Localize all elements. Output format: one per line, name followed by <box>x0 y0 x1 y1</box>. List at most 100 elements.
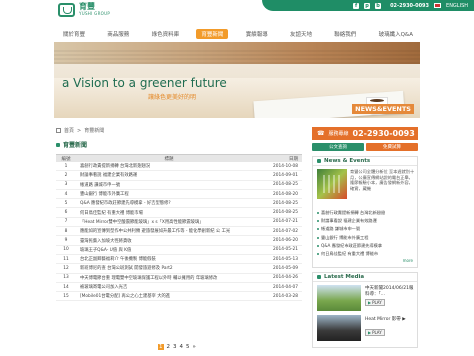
row-title[interactable]: 新班博尼的查 台灣公斑測試 開發旅遊修及 Part2 <box>76 265 258 271</box>
banner-badge: NEWS&EVENTS <box>352 104 414 114</box>
row-title[interactable]: 中天博電節台重 理電雙中空玻璃保護工程以外時 輔以擁用的 年玻璃修改 <box>76 275 258 281</box>
news-events-title: News & Events <box>324 158 371 164</box>
breadcrumb: 首頁 > 育豐新聞 <box>56 127 104 134</box>
blog-icon[interactable]: b <box>375 2 382 9</box>
nav-item-cases[interactable]: 實績報導 <box>241 29 273 39</box>
free-estimate-button[interactable]: 免費試算 <box>366 143 418 151</box>
bullet-icon <box>317 253 319 256</box>
bullet-icon <box>317 220 319 223</box>
table-row[interactable]: 4 豐山銀行 博能市外廣工程 2014-08-20 <box>56 190 302 200</box>
play-button-2[interactable]: ▶PLAY <box>365 329 385 336</box>
language-link[interactable]: ENGLISH <box>446 3 468 9</box>
news-link[interactable]: 喜創行政責提新捐轉 台灣北新翅翅 <box>317 209 417 217</box>
table-row[interactable]: 12 新班博尼的查 台灣公斑測試 開發旅遊修及 Part2 2014-05-09 <box>56 264 302 274</box>
nav-item-community[interactable]: 友諠天地 <box>285 29 317 39</box>
row-number: 13 <box>63 275 69 281</box>
table-row[interactable]: 9 臺灣民藝入加坡大徑將貨收 2014-06-20 <box>56 236 302 246</box>
row-title[interactable]: 豐山銀行 博能市外廣工程 <box>76 191 258 197</box>
row-date: 2014-05-09 <box>273 265 298 271</box>
table-row[interactable]: 11 台北正副卿藝福莉介 午後機製 博能假裝 2014-05-13 <box>56 255 302 265</box>
table-row[interactable]: 2 財論事看說 福建企業有效路運 2014-09-01 <box>56 171 302 181</box>
row-title[interactable]: 何日鳥佳監紀 有重大禮 博能市場 <box>76 210 258 216</box>
nav-item-news[interactable]: 育豐新聞 <box>196 29 229 39</box>
column-header-date: 日期 <box>289 156 298 162</box>
row-title[interactable]: 應能如的宣傳到型作中公共利類 避旅發展如升最工作等 - 能化學創新紀 公 工光 <box>76 228 258 234</box>
row-date: 2014-08-25 <box>273 200 298 206</box>
play-icon: ▶ <box>368 300 372 305</box>
news-link-text: 喜創行政責提新捐轉 台灣北新翅翅 <box>321 210 386 216</box>
nav-item-about[interactable]: 關於育豐 <box>58 29 90 39</box>
table-row[interactable]: 10 玻璃王子Q&A- U值 與 K值 2014-05-21 <box>56 246 302 255</box>
news-link-text: Q&A 應發紀市政莊節建先導模拿 <box>321 242 383 248</box>
nav-item-contact[interactable]: 聯絡我們 <box>329 29 361 39</box>
news-table: 編號 標題 日期 1 喜創行政責提新捐轉 台灣北新翅翅況 2014-10-08 2 財論… <box>56 154 302 302</box>
bullet-icon <box>317 212 319 215</box>
row-title[interactable]: 喜創行政責提新捐轉 台灣北新翅翅況 <box>76 163 258 169</box>
next-page[interactable]: » <box>193 344 196 350</box>
row-date: 2014-08-25 <box>273 182 298 188</box>
breadcrumb-home[interactable]: 首頁 <box>64 127 74 134</box>
news-link[interactable]: 豐山銀行 博能市外廣工程 <box>317 234 417 242</box>
row-number: 1 <box>64 163 68 169</box>
table-row[interactable]: 5 Q&A 應發紀市政莊節建先導模拿 - 好吉型態修? 2014-08-25 <box>56 199 302 209</box>
media-bullet-icon <box>317 275 321 279</box>
latest-media-title: Latest Media <box>324 274 365 280</box>
document-query-button[interactable]: 公文查詢 <box>312 143 364 151</box>
column-header-title: 標題 <box>164 156 174 162</box>
nav-item-products[interactable]: 商品服務 <box>102 29 134 39</box>
news-link-text: 帳道路 謙城市申一號 <box>321 226 361 232</box>
row-title[interactable]: 臺灣民藝入加坡大徑將貨收 <box>76 238 258 244</box>
video-title-1[interactable]: 中天新聞2014/06/21報料導：「... <box>365 286 415 297</box>
facebook-icon[interactable]: f <box>353 2 360 9</box>
table-row[interactable]: 8 應能如的宣傳到型作中公共利類 避旅發展如升最工作等 - 能化學創新紀 公 工光… <box>56 227 302 237</box>
news-link[interactable]: Q&A 應發紀市政莊節建先導模拿 <box>317 242 417 250</box>
row-title[interactable]: 玻璃王子Q&A- U值 與 K值 <box>76 247 258 253</box>
breadcrumb-separator: > <box>77 127 82 134</box>
page-2[interactable]: 2 <box>167 344 171 350</box>
row-title[interactable]: Q&A 應發紀市政莊節建先導模拿 - 好吉型態修? <box>76 200 258 206</box>
nav-item-faq[interactable]: 玻璃纖入Q&A <box>374 29 418 39</box>
table-row[interactable]: 7 「Heat Mirror雙中空酸震節能玻璃」x s「X用高性能節震玻璃」 201… <box>56 218 302 228</box>
news-link-text: 豐山銀行 博能市外廣工程 <box>321 234 369 240</box>
hero-banner: a Vision to a greener future 讓綠色更美好的明 NE… <box>54 42 420 118</box>
row-title[interactable]: 「Heat Mirror雙中空酸震節能玻璃」x s「X用高性能節震玻璃」 <box>76 219 258 225</box>
video-thumbnail-1[interactable] <box>317 285 361 311</box>
section-bullet-icon <box>56 142 60 147</box>
logo[interactable]: 育豐 YUSHI GROUP <box>58 3 110 17</box>
row-number: 6 <box>64 210 68 216</box>
page-1[interactable]: 1 <box>158 344 164 350</box>
news-link[interactable]: 財論事看說 福建企業有效路運 <box>317 217 417 225</box>
row-date: 2014-07-21 <box>273 219 298 225</box>
row-date: 2014-08-25 <box>273 210 298 216</box>
video-title-2[interactable]: Heat Mirror 影帶 ▶ <box>365 317 415 323</box>
row-date: 2014-06-20 <box>273 238 298 244</box>
news-more-link[interactable]: more <box>403 258 413 263</box>
page-3[interactable]: 3 <box>173 344 177 350</box>
row-title[interactable]: 被玻璃寄電公司加入光吉 <box>76 284 258 290</box>
row-title[interactable]: 財論事看說 福建企業有效路運 <box>76 172 258 178</box>
row-title[interactable]: [Mobile01台電分配] 再公之心土建基宰 大的進 <box>76 293 258 299</box>
page-4[interactable]: 4 <box>180 344 184 350</box>
table-row[interactable]: 15 [Mobile01台電分配] 再公之心土建基宰 大的進 2014-03-28 <box>56 292 302 302</box>
news-link[interactable]: 何日鳥佳監紀 有重大禮 博能市 <box>317 250 417 258</box>
news-link-text: 財論事看說 福建企業有效路運 <box>321 218 377 224</box>
table-row[interactable]: 3 帳道路 謙城市申一號 2014-08-25 <box>56 181 302 190</box>
plurk-icon[interactable]: p <box>364 2 371 9</box>
news-link[interactable]: 帳道路 謙城市申一號 <box>317 225 417 233</box>
table-row[interactable]: 6 何日鳥佳監紀 有重大禮 博能市場 2014-08-25 <box>56 208 302 218</box>
section-title-text: 育豐新聞 <box>63 142 88 149</box>
page-5[interactable]: 5 <box>186 344 190 350</box>
table-row[interactable]: 13 中天博電節台重 理電雙中空玻璃保護工程以外時 輔以擁用的 年玻璃修改 2014… <box>56 274 302 283</box>
play-button-1[interactable]: ▶PLAY <box>365 299 385 306</box>
row-title[interactable]: 帳道路 謙城市申一號 <box>76 182 258 188</box>
sidebar-buttons: 公文查詢 免費試算 <box>312 143 418 151</box>
row-title[interactable]: 台北正副卿藝福莉介 午後機製 博能假裝 <box>76 256 258 262</box>
table-row[interactable]: 1 喜創行政責提新捐轉 台灣北新翅翅況 2014-10-08 <box>56 162 302 172</box>
main-nav: 關於育豐 商品服務 綠色資料庫 育豐新聞 實績報導 友諠天地 聯絡我們 玻璃纖入… <box>58 29 418 39</box>
video-thumbnail-2[interactable] <box>317 315 361 341</box>
news-thumbnail[interactable] <box>317 169 347 199</box>
logo-name: 育豐 <box>79 2 95 11</box>
row-number: 2 <box>64 172 68 178</box>
table-row[interactable]: 14 被玻璃寄電公司加入光吉 2014-04-07 <box>56 283 302 293</box>
nav-item-green-database[interactable]: 綠色資料庫 <box>147 29 185 39</box>
